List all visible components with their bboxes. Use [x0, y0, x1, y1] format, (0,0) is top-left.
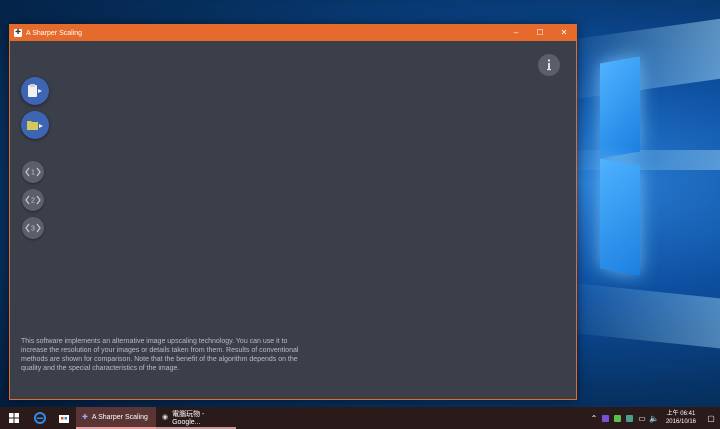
- taskbar-app-label: A Sharper Scaling: [91, 413, 148, 421]
- light-beam: [560, 150, 720, 170]
- chevron-up-icon[interactable]: ⌃: [588, 407, 600, 429]
- app-icon: ✚: [14, 29, 22, 37]
- app-window: ✚ A Sharper Scaling – ☐ ✕ 1 2 3 This sof…: [9, 24, 577, 400]
- clock-time: 上午 06:41: [666, 411, 696, 417]
- compare-3-label: 3: [31, 226, 35, 233]
- compare-2-label: 2: [31, 198, 35, 205]
- sharper-scaling-icon: ✚: [82, 414, 88, 421]
- clock-date: 2016/10/16: [665, 419, 696, 425]
- tray-app-icon[interactable]: [612, 407, 624, 429]
- light-beam: [560, 281, 720, 349]
- taskbar-app-label: 電腦玩物 - Google...: [172, 410, 205, 426]
- store-icon: [59, 415, 69, 423]
- taskbar: ✚ A Sharper Scaling ◉ 電腦玩物 - Google... ⌃…: [0, 407, 720, 429]
- close-button[interactable]: ✕: [552, 25, 576, 41]
- minimize-button[interactable]: –: [504, 25, 528, 41]
- light-beam: [560, 18, 720, 102]
- notification-icon[interactable]: ▢: [702, 407, 720, 429]
- network-icon[interactable]: ▭: [636, 407, 648, 429]
- title-bar[interactable]: ✚ A Sharper Scaling – ☐ ✕: [10, 25, 576, 41]
- tray-app-icon[interactable]: [624, 407, 636, 429]
- edge-browser-taskbar-icon[interactable]: [28, 407, 52, 429]
- folder-icon: [27, 121, 43, 130]
- info-button[interactable]: [538, 54, 560, 76]
- app-content: 1 2 3 This software implements an altern…: [10, 41, 576, 399]
- info-icon: [547, 59, 551, 71]
- compare-arrows-icon: 2: [25, 195, 41, 205]
- system-clock[interactable]: 上午 06:41 2016/10/16: [660, 410, 702, 426]
- compare-method-3-button[interactable]: 3: [22, 217, 44, 239]
- taskbar-app-browser[interactable]: ◉ 電腦玩物 - Google...: [156, 407, 236, 429]
- compare-1-label: 1: [31, 170, 35, 177]
- clipboard-icon: [28, 84, 42, 97]
- app-description: This software implements an alternative …: [21, 338, 299, 372]
- system-tray: ⌃ ▭ 🔈 上午 06:41 2016/10/16 ▢: [588, 407, 720, 429]
- browser-icon: ◉: [162, 414, 169, 421]
- compare-method-1-button[interactable]: 1: [22, 161, 44, 183]
- taskbar-app-a-sharper-scaling[interactable]: ✚ A Sharper Scaling: [76, 407, 156, 429]
- window-title: A Sharper Scaling: [26, 29, 83, 37]
- windows-icon: [9, 413, 19, 423]
- windows-logo-pane: [600, 56, 640, 159]
- compare-arrows-icon: 1: [25, 167, 41, 177]
- compare-arrows-icon: 3: [25, 223, 41, 233]
- volume-icon[interactable]: 🔈: [648, 407, 660, 429]
- store-taskbar-icon[interactable]: [52, 407, 76, 429]
- windows-logo-pane: [600, 158, 640, 276]
- start-button[interactable]: [0, 407, 28, 429]
- maximize-button[interactable]: ☐: [528, 25, 552, 41]
- tray-app-icon[interactable]: [600, 407, 612, 429]
- edge-icon: [34, 412, 46, 424]
- compare-method-2-button[interactable]: 2: [22, 189, 44, 211]
- open-folder-button[interactable]: [21, 111, 49, 139]
- paste-from-clipboard-button[interactable]: [21, 77, 49, 105]
